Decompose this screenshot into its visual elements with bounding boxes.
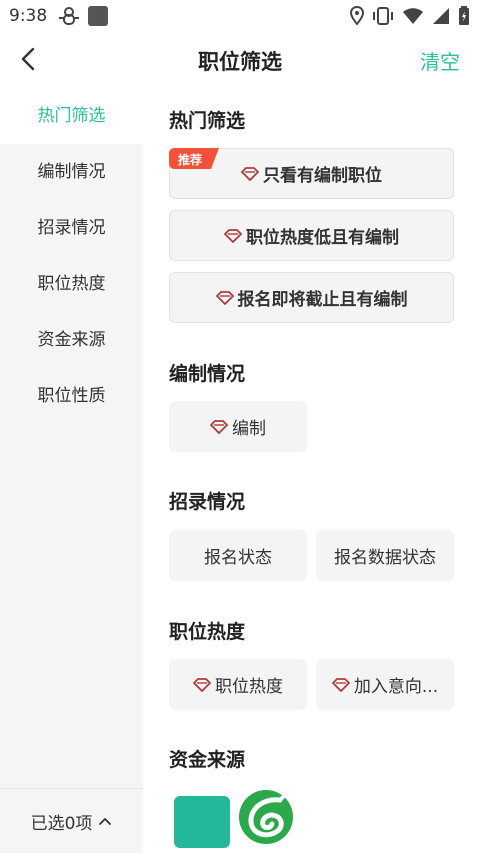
filter-intent[interactable]: 加入意向... [316,659,454,710]
status-left-icons [58,6,108,26]
location-icon [350,6,364,26]
filter-low-heat-staffed[interactable]: 职位热度低且有编制 [169,210,454,261]
sidebar-item-nature[interactable]: 职位性质 [0,368,143,424]
diamond-icon [224,228,242,243]
filter-staffing[interactable]: 编制 [169,401,307,452]
sidebar-item-recruit[interactable]: 招录情况 [0,200,143,256]
confirm-button[interactable] [174,796,230,848]
sidebar-item-heat[interactable]: 职位热度 [0,256,143,312]
status-bar: 9:38 [0,0,480,32]
square-icon [88,6,108,26]
selected-count-toggle[interactable]: 已选0项 [0,788,143,853]
sidebar: 热门筛选 编制情况 招录情况 职位热度 资金来源 职位性质 [0,88,143,788]
wifi-icon [403,8,423,24]
filter-only-staffed[interactable]: 推荐 只看有编制职位 [169,148,454,199]
filter-low-heat-staffed-label: 职位热度低且有编制 [246,228,399,248]
app-logo-icon [239,790,293,844]
signal-icon [433,8,449,24]
filter-staffing-label: 编制 [232,419,266,439]
recommend-badge-label: 推荐 [178,153,203,167]
section-title-recruit: 招录情况 [169,491,246,513]
clear-button[interactable]: 清空 [420,46,460,75]
diamond-icon [241,166,259,181]
section-title-staffing: 编制情况 [169,363,246,385]
diamond-icon [193,677,211,692]
diamond-icon [331,677,350,692]
sidebar-item-funding[interactable]: 资金来源 [0,312,143,368]
diamond-icon [210,419,228,434]
filter-position-heat[interactable]: 职位热度 [169,659,307,710]
filter-signup-data-status[interactable]: 报名数据状态 [316,530,454,581]
filter-only-staffed-label: 只看有编制职位 [263,166,382,186]
section-title-heat: 职位热度 [169,621,246,643]
filter-position-heat-label: 职位热度 [215,677,283,697]
header: 职位筛选 清空 [0,32,480,88]
page-title: 职位筛选 [198,50,282,74]
status-right-icons [350,6,470,26]
section-title-funding: 资金来源 [169,749,246,771]
sidebar-item-staffing[interactable]: 编制情况 [0,144,143,200]
filter-intent-label: 加入意向... [353,677,439,697]
filter-signup-status-label: 报名状态 [204,548,272,568]
filter-panel: 热门筛选 推荐 只看有编制职位 职位热度低且有编制 报名即将截止且有编制 编制情… [143,88,480,788]
filter-signup-data-status-label: 报名数据状态 [334,548,436,568]
section-title-hot: 热门筛选 [169,110,246,132]
filter-deadline-staffed[interactable]: 报名即将截止且有编制 [169,272,454,323]
filter-signup-status[interactable]: 报名状态 [169,530,307,581]
bottom-bar: 已选0项 [0,788,480,853]
sidebar-item-hot[interactable]: 热门筛选 [0,88,143,144]
vibrate-icon [373,7,393,25]
debug-icon [59,7,79,25]
filter-deadline-staffed-label: 报名即将截止且有编制 [237,290,408,310]
status-time: 9:38 [9,6,48,26]
diamond-icon [215,290,234,305]
chevron-up-icon [99,818,112,825]
battery-icon [459,6,469,25]
selected-count-label: 已选0项 [30,813,93,834]
